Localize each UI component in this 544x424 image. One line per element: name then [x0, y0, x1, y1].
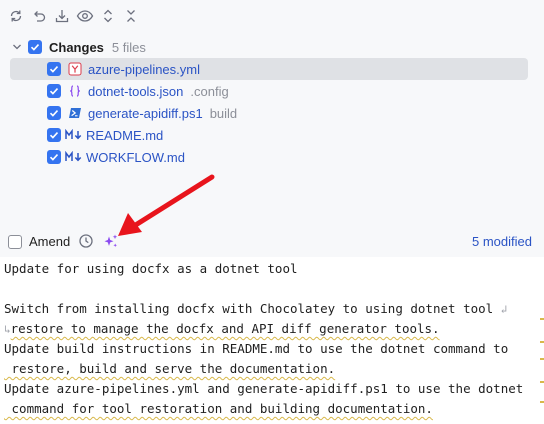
file-name: WORKFLOW.md [86, 149, 185, 165]
eye-icon[interactable] [73, 5, 96, 27]
collapse-all-icon[interactable] [119, 5, 142, 27]
file-checkbox[interactable] [47, 62, 61, 76]
download-icon[interactable] [50, 5, 73, 27]
expand-all-icon[interactable] [96, 5, 119, 27]
file-checkbox[interactable] [47, 128, 61, 142]
ai-sparkle-icon[interactable] [103, 233, 119, 252]
commit-message-editor[interactable]: Update for using docfx as a dotnet tool … [0, 257, 544, 424]
soft-wrap-icon: ↲ [500, 303, 508, 316]
commit-message-line: command for tool restoration and buildin… [4, 401, 433, 416]
changes-group-checkbox[interactable] [28, 40, 42, 54]
commit-message-line: Update for using docfx as a dotnet tool [4, 261, 298, 276]
file-checkbox[interactable] [47, 84, 61, 98]
soft-wrap-continue-icon: ↳ [4, 323, 11, 336]
markdown-icon [65, 149, 83, 165]
commit-message-text: restore to manage the docfx and API diff… [10, 321, 440, 336]
commit-message-line: ↳restore to manage the docfx and API dif… [4, 321, 440, 336]
amend-checkbox-box[interactable] [8, 234, 22, 249]
warning-gutter-marker[interactable] [540, 341, 544, 343]
commit-message-line: Update azure-pipelines.yml and generate-… [4, 381, 524, 396]
yaml-icon [67, 61, 83, 77]
json-icon [67, 83, 83, 99]
file-location-hint: build [209, 105, 238, 121]
markdown-icon [65, 127, 83, 143]
file-checkbox[interactable] [47, 150, 61, 164]
clock-icon[interactable] [78, 233, 94, 252]
file-row-workflow[interactable]: WORKFLOW.md [47, 146, 185, 168]
changes-panel: Changes 5 files azure-pipelines.yml dotn… [0, 0, 544, 257]
changes-group-row[interactable]: Changes 5 files [12, 36, 146, 58]
file-row-dotnet-tools[interactable]: dotnet-tools.json .config [47, 80, 229, 102]
file-row-readme[interactable]: README.md [47, 124, 163, 146]
modified-count-link[interactable]: 5 modified [472, 234, 532, 249]
refresh-icon[interactable] [4, 5, 27, 27]
file-name: generate-apidiff.ps1 [88, 105, 203, 121]
changes-toolbar [4, 5, 142, 27]
commit-message-line: Update build instructions in README.md t… [4, 341, 509, 356]
chevron-down-icon[interactable] [12, 42, 22, 52]
warning-gutter-marker[interactable] [540, 401, 544, 403]
warning-gutter-marker[interactable] [540, 318, 544, 320]
rollback-icon[interactable] [27, 5, 50, 27]
file-name: dotnet-tools.json [88, 83, 184, 99]
file-name: README.md [86, 127, 164, 143]
changes-group-label: Changes [49, 39, 104, 55]
file-checkbox[interactable] [47, 106, 61, 120]
commit-message-text: Switch from installing docfx with Chocol… [4, 301, 494, 316]
powershell-icon [67, 105, 83, 121]
commit-options-bar: Amend 5 modified [0, 230, 544, 254]
changes-group-count: 5 files [111, 39, 146, 55]
warning-gutter-marker[interactable] [540, 381, 544, 383]
commit-message-line: restore, build and serve the documentati… [4, 361, 336, 376]
warning-gutter-marker[interactable] [540, 358, 544, 360]
file-row-generate-apidiff[interactable]: generate-apidiff.ps1 build [47, 102, 237, 124]
file-location-hint: .config [190, 83, 229, 99]
file-row-azure-pipelines[interactable]: azure-pipelines.yml [10, 58, 528, 80]
file-name: azure-pipelines.yml [88, 61, 200, 77]
amend-label: Amend [29, 234, 71, 249]
commit-message-line: Switch from installing docfx with Chocol… [4, 301, 507, 316]
amend-checkbox[interactable]: Amend [8, 234, 70, 249]
